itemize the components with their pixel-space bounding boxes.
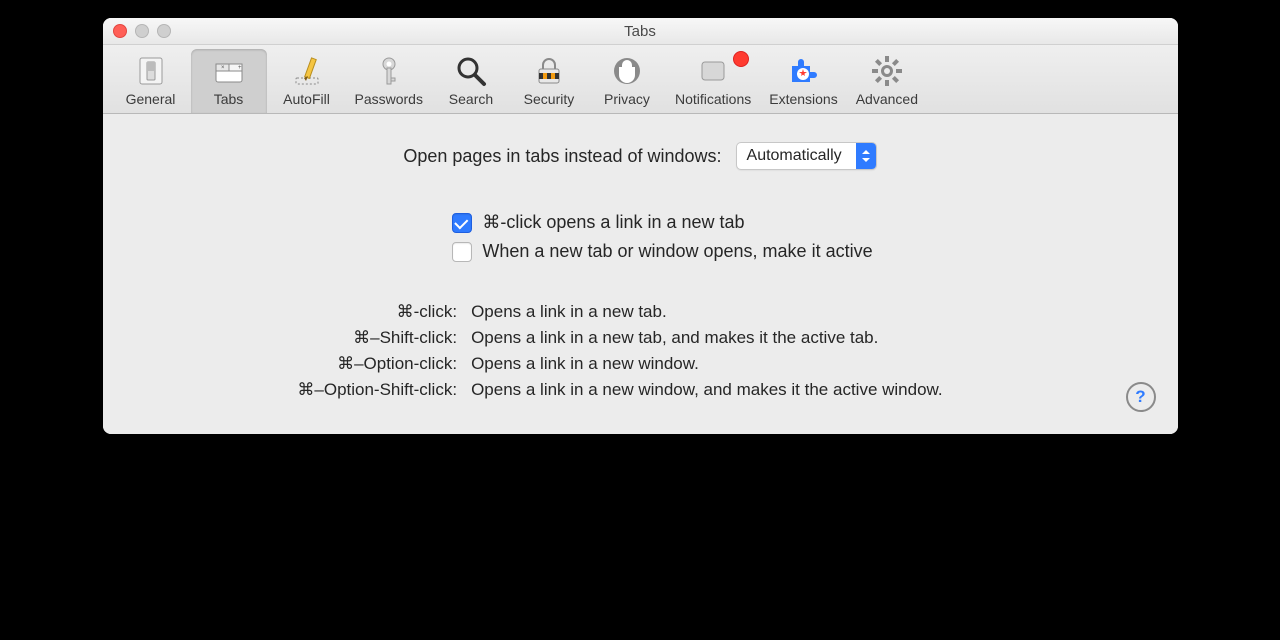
toolbar-item-advanced[interactable]: Advanced — [848, 49, 926, 113]
extensions-icon — [785, 53, 821, 89]
window-controls — [103, 24, 171, 38]
preferences-toolbar: General ×+ Tabs AutoFill Passwords Searc… — [103, 45, 1178, 114]
toolbar-item-tabs[interactable]: ×+ Tabs — [191, 49, 267, 113]
toolbar-item-autofill[interactable]: AutoFill — [269, 49, 345, 113]
select-stepper-icon — [856, 143, 876, 169]
toolbar-item-label: Privacy — [604, 91, 650, 107]
shortcut-keys: ⌘–Option-click: — [297, 354, 457, 374]
checkbox-label: When a new tab or window opens, make it … — [482, 241, 872, 262]
advanced-icon — [869, 53, 905, 89]
help-button[interactable]: ? — [1126, 382, 1156, 412]
shortcut-desc: Opens a link in a new tab. — [471, 302, 943, 322]
window-title: Tabs — [103, 23, 1178, 40]
shortcut-keys: ⌘–Shift-click: — [297, 328, 457, 348]
svg-text:×: × — [221, 65, 225, 71]
svg-text:+: + — [238, 65, 242, 71]
toolbar-item-extensions[interactable]: Extensions — [761, 49, 845, 113]
passwords-icon — [371, 53, 407, 89]
toolbar-item-general[interactable]: General — [113, 49, 189, 113]
toolbar-item-label: AutoFill — [283, 91, 330, 107]
open-pages-value: Automatically — [737, 143, 856, 169]
help-icon: ? — [1135, 387, 1145, 407]
toolbar-item-passwords[interactable]: Passwords — [347, 49, 431, 113]
toolbar-item-label: Notifications — [675, 91, 751, 107]
toolbar-item-notifications[interactable]: Notifications — [667, 49, 759, 113]
general-icon — [133, 53, 169, 89]
shortcut-desc: Opens a link in a new window. — [471, 354, 943, 374]
toolbar-item-label: General — [126, 91, 176, 107]
toolbar-item-label: Advanced — [856, 91, 918, 107]
toolbar-item-security[interactable]: Security — [511, 49, 587, 113]
open-pages-select[interactable]: Automatically — [736, 142, 877, 170]
notifications-badge-icon — [733, 51, 749, 67]
checkbox-icon — [452, 242, 472, 262]
toolbar-item-privacy[interactable]: Privacy — [589, 49, 665, 113]
shortcut-desc: Opens a link in a new window, and makes … — [471, 380, 943, 400]
cmd-click-checkbox[interactable]: ⌘-click opens a link in a new tab — [452, 212, 744, 233]
close-window-button[interactable] — [113, 24, 127, 38]
toolbar-item-label: Search — [449, 91, 493, 107]
autofill-icon — [289, 53, 325, 89]
make-active-checkbox[interactable]: When a new tab or window opens, make it … — [452, 241, 872, 262]
options-group: ⌘-click opens a link in a new tab When a… — [407, 212, 872, 262]
preferences-window: Tabs General ×+ Tabs AutoFill Passwords — [103, 18, 1178, 434]
zoom-window-button[interactable] — [157, 24, 171, 38]
open-pages-label: Open pages in tabs instead of windows: — [403, 146, 721, 167]
toolbar-item-label: Tabs — [214, 91, 244, 107]
shortcut-legend: ⌘-click: Opens a link in a new tab. ⌘–Sh… — [103, 302, 1150, 400]
shortcut-desc: Opens a link in a new tab, and makes it … — [471, 328, 943, 348]
shortcut-keys: ⌘-click: — [297, 302, 457, 322]
minimize-window-button[interactable] — [135, 24, 149, 38]
open-pages-row: Open pages in tabs instead of windows: A… — [131, 142, 1150, 170]
shortcut-keys: ⌘–Option-Shift-click: — [297, 380, 457, 400]
checkbox-label: ⌘-click opens a link in a new tab — [482, 212, 744, 233]
tabs-pane: Open pages in tabs instead of windows: A… — [103, 114, 1178, 434]
checkbox-icon — [452, 213, 472, 233]
notifications-icon — [695, 53, 731, 89]
security-icon — [531, 53, 567, 89]
toolbar-item-label: Extensions — [769, 91, 837, 107]
search-icon — [453, 53, 489, 89]
privacy-icon — [609, 53, 645, 89]
tabs-icon: ×+ — [211, 53, 247, 89]
toolbar-item-label: Security — [524, 91, 575, 107]
toolbar-item-label: Passwords — [355, 91, 423, 107]
titlebar: Tabs — [103, 18, 1178, 45]
toolbar-item-search[interactable]: Search — [433, 49, 509, 113]
